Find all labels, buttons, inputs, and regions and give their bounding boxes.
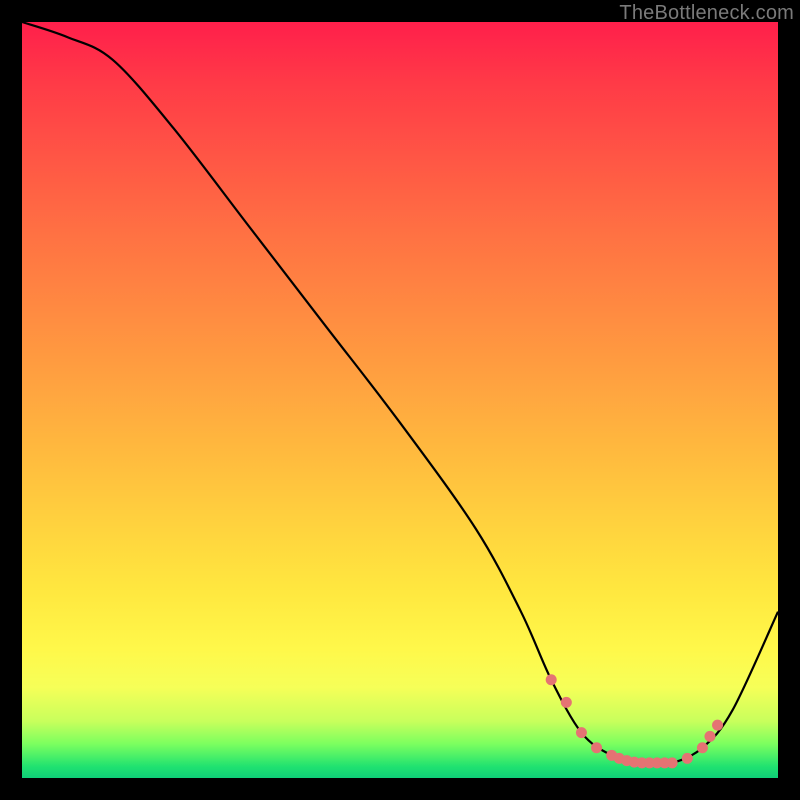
optimal-range-markers xyxy=(546,674,723,768)
bottleneck-curve xyxy=(22,22,778,764)
optimal-point xyxy=(667,757,678,768)
optimal-point xyxy=(704,731,715,742)
watermark-text: TheBottleneck.com xyxy=(619,2,794,25)
optimal-point xyxy=(682,753,693,764)
optimal-point xyxy=(546,674,557,685)
optimal-point xyxy=(576,727,587,738)
chart-frame: TheBottleneck.com xyxy=(0,0,800,800)
plot-area xyxy=(22,22,778,778)
chart-svg xyxy=(22,22,778,778)
optimal-point xyxy=(591,742,602,753)
optimal-point xyxy=(697,742,708,753)
optimal-point xyxy=(561,697,572,708)
optimal-point xyxy=(712,720,723,731)
